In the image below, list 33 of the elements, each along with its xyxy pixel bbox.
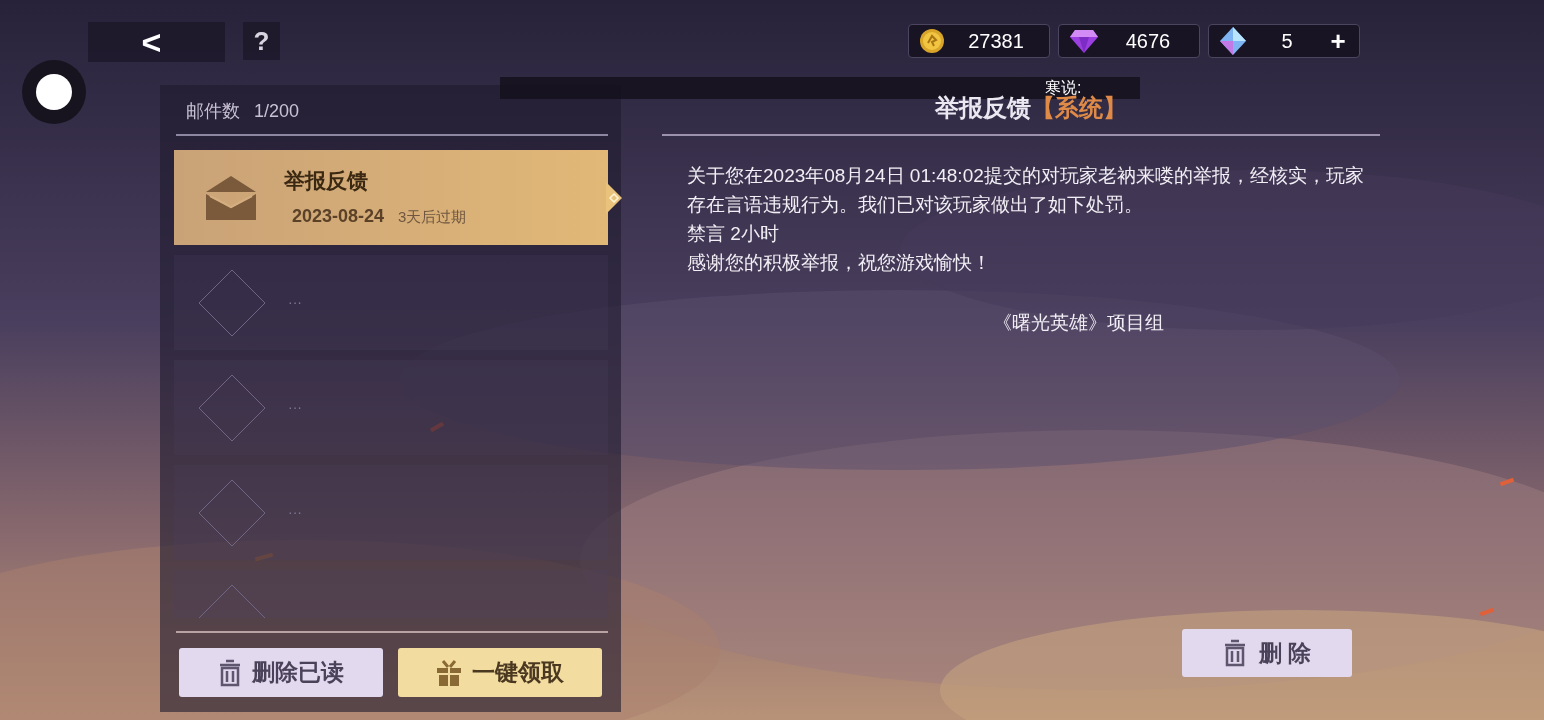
diamond-icon	[198, 373, 266, 442]
diamond-icon	[198, 478, 266, 547]
help-button[interactable]: ?	[243, 22, 280, 60]
gem-icon	[1069, 28, 1099, 54]
trash-icon	[1222, 639, 1247, 667]
envelope-icon	[204, 173, 258, 222]
mail-title: 举报反馈	[284, 168, 369, 195]
mail-body-text: 关于您在2023年08月24日 01:48:02提交的对玩家老衲来喽的举报，经核实，玩家存在言语违规行为。我们已对该玩家做出了如下处罚。	[687, 164, 1365, 217]
gift-icon	[436, 658, 462, 687]
placeholder-dots: ···	[288, 503, 302, 522]
selection-pointer-icon	[606, 182, 622, 214]
delete-button[interactable]: 删 除	[1182, 629, 1352, 677]
currency-amount: 5	[1280, 29, 1294, 54]
placeholder-dots: ···	[288, 398, 302, 417]
crystal-icon	[1219, 26, 1247, 56]
trash-icon	[218, 658, 242, 687]
mail-expiry: 3天后过期	[398, 206, 467, 227]
mail-body-text: 禁言 2小时	[687, 222, 780, 246]
currency-amount: 4676	[1124, 29, 1172, 54]
currency-amount: 27381	[967, 29, 1025, 54]
mail-category-tag: 【系统】	[1031, 96, 1127, 120]
placeholder-dots: ···	[288, 293, 302, 312]
delete-read-button[interactable]: 删除已读	[179, 648, 383, 697]
mail-count-label: 邮件数	[186, 100, 240, 123]
mail-signature: 《曙光英雄》项目组	[992, 311, 1164, 335]
coin-icon	[919, 28, 945, 54]
mail-count: 1/200	[254, 100, 300, 123]
mail-date: 2023-08-24	[292, 204, 385, 228]
claim-all-button[interactable]: 一键领取	[398, 648, 602, 697]
back-button[interactable]: <	[88, 22, 225, 62]
add-button[interactable]: +	[1327, 28, 1349, 54]
mail-body-text: 感谢您的积极举报，祝您游戏愉快！	[687, 251, 992, 275]
diamond-icon	[198, 268, 266, 337]
